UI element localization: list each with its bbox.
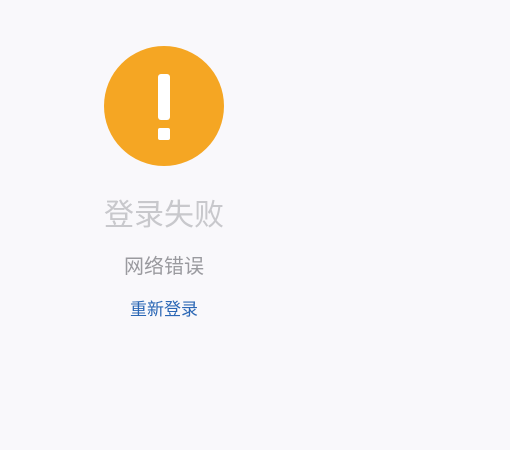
failure-message: 网络错误: [124, 254, 204, 278]
warning-badge: [104, 46, 224, 166]
exclamation-icon: [158, 74, 170, 140]
failure-title: 登录失败: [104, 198, 224, 233]
login-failure-page: 登录失败 网络错误 重新登录: [0, 0, 510, 450]
status-panel: 登录失败 网络错误 重新登录: [64, 44, 264, 344]
relogin-link[interactable]: 重新登录: [64, 298, 264, 322]
